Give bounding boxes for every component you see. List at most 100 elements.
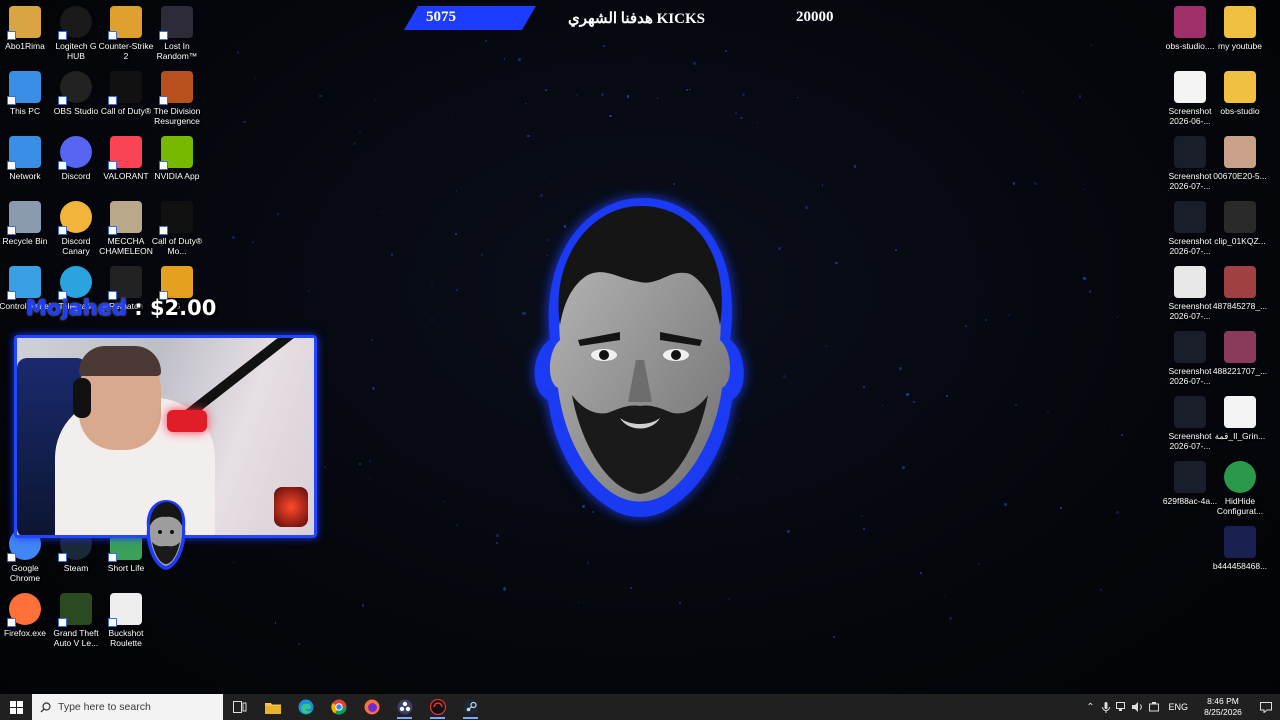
background-speck xyxy=(853,164,857,168)
desktop-icon-label: 488221707_... xyxy=(1212,366,1268,376)
background-speck xyxy=(1088,290,1092,294)
desktop-icon[interactable]: Firefox.exe xyxy=(0,593,53,655)
desktop-icon[interactable]: Screenshot 2026-07-... xyxy=(1162,136,1218,198)
language-indicator[interactable]: ENG xyxy=(1162,702,1194,712)
folder-icon xyxy=(1224,71,1256,103)
taskbar-chrome[interactable] xyxy=(322,694,355,720)
desktop-icon[interactable]: Abo1Rima xyxy=(0,6,53,68)
shortcut-arrow-icon xyxy=(108,553,117,562)
background-speck xyxy=(833,635,836,638)
screenshot-icon xyxy=(1174,71,1206,103)
start-button[interactable] xyxy=(0,694,32,720)
desktop-icon[interactable]: Screenshot 2026-06-... xyxy=(1162,71,1218,133)
goal-target-value: 20000 xyxy=(796,9,834,25)
red-light xyxy=(274,487,308,527)
desktop-icon[interactable]: Discord Canary xyxy=(48,201,104,263)
desktop-icon[interactable]: Screenshot 2026-07-... xyxy=(1162,396,1218,458)
desktop-icon[interactable]: Call of Duty® xyxy=(98,71,154,133)
desktop-icon[interactable]: Screenshot 2026-07-... xyxy=(1162,201,1218,263)
background-speck xyxy=(485,40,488,42)
background-speck xyxy=(1015,404,1018,407)
desktop-icon[interactable]: Logitech G HUB xyxy=(48,6,104,68)
desktop-icon[interactable]: Buckshot Roulette xyxy=(98,593,154,655)
background-speck xyxy=(359,131,361,133)
desktop-icon[interactable]: OBS Studio xyxy=(48,71,104,133)
taskbar-firefox[interactable] xyxy=(355,694,388,720)
taskbar-task-view[interactable] xyxy=(223,694,256,720)
desktop-icon[interactable]: HidHide Configurat... xyxy=(1212,461,1268,523)
desktop-icon-label: Lost In Random™ xyxy=(156,41,198,61)
notification-center[interactable] xyxy=(1252,701,1280,713)
taskbar: ⌃ ENG 8:46 PM 8/25/2026 xyxy=(0,694,1280,720)
image-icon xyxy=(1174,461,1206,493)
shortcut-arrow-icon xyxy=(58,226,67,235)
desktop-icon[interactable]: The Division Resurgence xyxy=(149,71,205,133)
shortcut-arrow-icon xyxy=(58,31,67,40)
microphone-icon[interactable] xyxy=(1098,694,1114,720)
desktop-icon[interactable]: Recycle Bin xyxy=(0,201,53,263)
steam-icon xyxy=(463,699,478,715)
ethernet-icon[interactable] xyxy=(1114,694,1130,720)
desktop-icon[interactable]: Screenshot 2026-07-... xyxy=(1162,266,1218,328)
background-speck xyxy=(251,240,254,243)
background-speck xyxy=(1128,48,1131,51)
desktop-icon-label: قمة_Il_Grin... xyxy=(1214,431,1266,441)
desktop-icon[interactable]: قمة_Il_Grin... xyxy=(1212,396,1268,458)
wallpaper-avatar-illustration xyxy=(534,198,744,517)
desktop-icon-label: my youtube xyxy=(1218,41,1262,51)
desktop-icon[interactable]: VALORANT xyxy=(98,136,154,198)
desktop-icon[interactable]: 00670E20-5... xyxy=(1212,136,1268,198)
desktop-icon[interactable]: MECCHA CHAMELEON xyxy=(98,201,154,263)
desktop-icon[interactable]: Counter-Strike 2 xyxy=(98,6,154,68)
background-speck xyxy=(275,622,277,624)
desktop-icon[interactable]: NVIDIA App xyxy=(149,136,205,198)
shortcut-arrow-icon xyxy=(7,226,16,235)
desktop-icon[interactable]: clip_01KQZ... xyxy=(1212,201,1268,263)
background-speck xyxy=(724,50,727,53)
video-clip-icon xyxy=(1224,201,1256,233)
shortcut-arrow-icon xyxy=(58,96,67,105)
shortcut-arrow-icon xyxy=(58,553,67,562)
taskbar-red-app[interactable] xyxy=(421,694,454,720)
taskbar-edge[interactable] xyxy=(289,694,322,720)
background-speck xyxy=(1007,313,1010,316)
background-speck xyxy=(431,319,433,321)
desktop-icon[interactable]: obs-studio.... xyxy=(1162,6,1218,68)
rematch-icon xyxy=(108,266,142,300)
taskbar-file-explorer[interactable] xyxy=(256,694,289,720)
usb-device-icon[interactable] xyxy=(1146,694,1162,720)
desktop-icon[interactable]: Call of Duty® Mo... xyxy=(149,201,205,263)
image-icon xyxy=(1224,136,1256,168)
desktop-icon[interactable]: b4444584​68... xyxy=(1212,526,1268,588)
background-speck xyxy=(525,103,527,105)
desktop-icon[interactable]: obs-studio xyxy=(1212,71,1268,133)
taskbar-clock[interactable]: 8:46 PM 8/25/2026 xyxy=(1194,696,1252,718)
desktop-icon[interactable]: Grand Theft Auto V Le... xyxy=(48,593,104,655)
taskbar-obs[interactable] xyxy=(388,694,421,720)
chevron-up-icon[interactable]: ⌃ xyxy=(1082,694,1098,720)
desktop-icon[interactable]: This PC xyxy=(0,71,53,133)
desktop-icon[interactable]: Screenshot 2026-07-... xyxy=(1162,331,1218,393)
search-input[interactable] xyxy=(58,701,208,713)
background-speck xyxy=(368,459,372,463)
donation-amount: : $2.00 xyxy=(134,296,217,320)
taskbar-search-box[interactable] xyxy=(32,694,223,720)
volume-icon[interactable] xyxy=(1130,694,1146,720)
desktop-icon[interactable]: Lost In Random™ xyxy=(149,6,205,68)
desktop-icon[interactable]: my youtube xyxy=(1212,6,1268,68)
desktop-icon[interactable]: 487845278_... xyxy=(1212,266,1268,328)
firefox-icon xyxy=(7,593,41,627)
desktop-icon-label: Recycle Bin xyxy=(2,236,48,246)
background-speck xyxy=(984,319,987,322)
background-speck xyxy=(297,643,300,646)
background-speck xyxy=(1025,331,1028,334)
valorant-icon xyxy=(108,136,142,170)
desktop-icon[interactable]: Network xyxy=(0,136,53,198)
background-speck xyxy=(545,89,547,92)
desktop-icon[interactable]: 629f88ac-4a... xyxy=(1162,461,1218,523)
desktop-icon[interactable]: Discord xyxy=(48,136,104,198)
taskbar-steam[interactable] xyxy=(454,694,487,720)
desktop-icon[interactable]: 488221707_... xyxy=(1212,331,1268,393)
desktop-icon-label: 00670E20-5... xyxy=(1213,171,1267,181)
recycle-bin-icon xyxy=(7,201,41,235)
